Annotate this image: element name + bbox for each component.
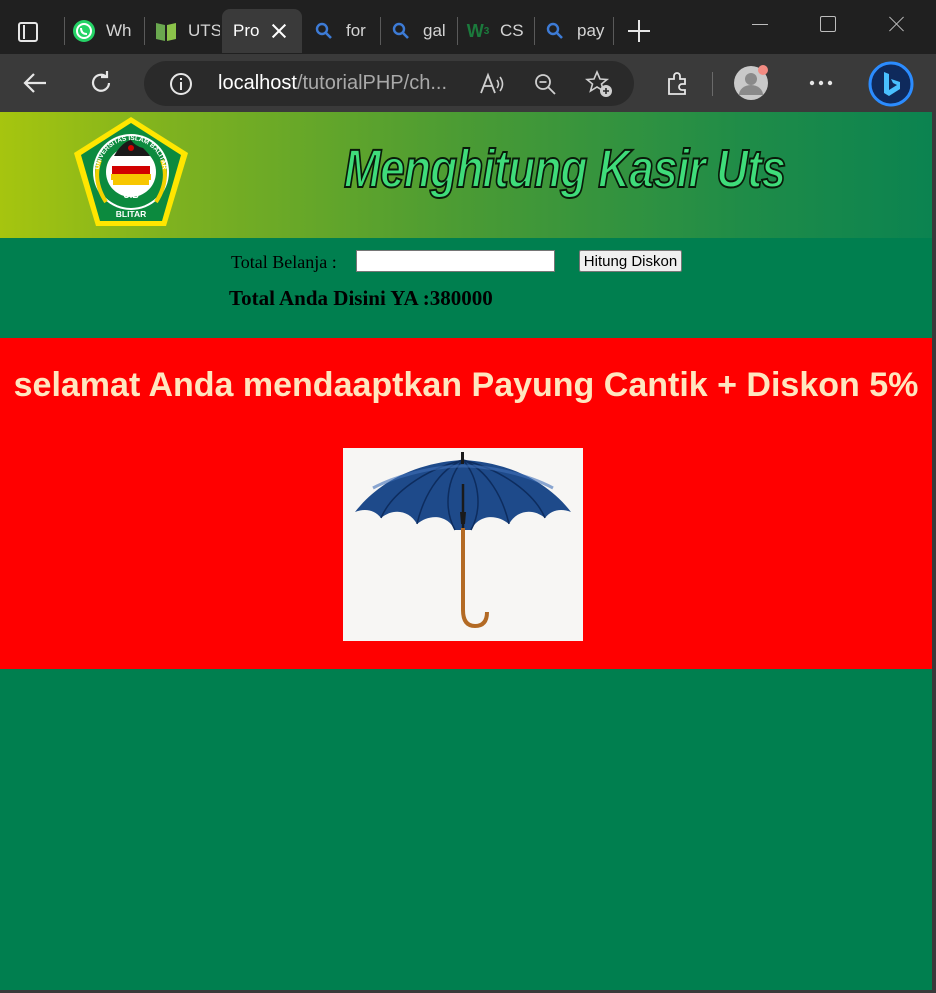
tab-label: Wh (106, 21, 132, 40)
browser-toolbar: localhost/tutorialPHP/ch... (0, 54, 936, 112)
search-icon (389, 19, 413, 43)
tab-search-pay[interactable]: pay (543, 9, 609, 53)
refresh-icon (91, 71, 111, 92)
back-arrow-icon (23, 73, 46, 93)
total-belanja-label: Total Belanja : (231, 252, 337, 272)
tab-active[interactable]: Pro (222, 9, 302, 53)
add-favorite-icon[interactable] (585, 70, 613, 98)
tab-strip: Wh UTS Pro for gal W3 CS pay (0, 0, 936, 54)
page-title: Menghitung Kasir Uts (343, 138, 787, 200)
tab-label: for (346, 21, 366, 40)
promo-section: selamat Anda mendaaptkan Payung Cantik +… (0, 338, 932, 669)
tab-separator (144, 17, 145, 45)
back-button[interactable] (16, 64, 54, 102)
tab-whatsapp[interactable]: Wh (72, 9, 144, 53)
search-icon (312, 19, 336, 43)
header-banner: UIB BLITAR UNIVERSITAS ISLAM BALITAR Men… (0, 112, 932, 238)
promo-message: selamat Anda mendaaptkan Payung Cantik +… (13, 366, 919, 404)
book-icon (154, 19, 178, 43)
search-icon (543, 19, 567, 43)
hitung-diskon-button[interactable]: Hitung Diskon (579, 250, 682, 272)
tab-label: UTS (188, 21, 220, 40)
total-belanja-input[interactable] (356, 250, 555, 272)
more-menu-icon[interactable] (804, 68, 838, 98)
toolbar-divider (712, 72, 713, 96)
tab-label: gal (423, 21, 446, 40)
close-window-button[interactable] (877, 8, 917, 40)
tab-label: pay (577, 21, 605, 40)
tab-actions-icon (18, 22, 38, 42)
profile-avatar[interactable] (733, 65, 769, 101)
discount-form: Total Belanja : Hitung Diskon Total Anda… (0, 238, 932, 338)
tab-actions-button[interactable] (10, 14, 46, 50)
tab-separator (613, 17, 614, 45)
page-content: UIB BLITAR UNIVERSITAS ISLAM BALITAR Men… (0, 112, 932, 990)
tab-separator (534, 17, 535, 45)
url-path: /tutorialPHP/ch... (296, 72, 447, 94)
whatsapp-icon (72, 19, 96, 43)
read-aloud-icon[interactable] (478, 71, 506, 97)
extensions-icon[interactable] (662, 68, 692, 98)
url-text: localhost/tutorialPHP/ch... (218, 72, 447, 95)
tab-uts[interactable]: UTS (154, 9, 220, 53)
bing-copilot-icon[interactable] (866, 59, 916, 109)
close-tab-icon[interactable] (271, 23, 287, 39)
zoom-out-icon[interactable] (532, 71, 558, 97)
w3schools-icon: W3 (466, 20, 490, 41)
tab-w3schools[interactable]: W3 CS (466, 9, 532, 53)
logo-city-text: BLITAR (116, 209, 147, 219)
university-logo: UIB BLITAR UNIVERSITAS ISLAM BALITAR (74, 117, 188, 226)
total-result-text: Total Anda Disini YA :380000 (229, 286, 493, 310)
url-host: localhost (218, 72, 297, 94)
window-border-right (932, 112, 936, 993)
maximize-button[interactable] (808, 8, 848, 40)
profile-icon (734, 65, 768, 100)
logo-abbr-text: UIB (123, 190, 139, 200)
tab-search-gal[interactable]: gal (389, 9, 455, 53)
site-info-icon[interactable] (168, 71, 194, 97)
new-tab-button[interactable] (626, 18, 652, 44)
refresh-button[interactable] (82, 64, 120, 102)
tab-separator (380, 17, 381, 45)
tab-separator (64, 17, 65, 45)
minimize-button[interactable] (740, 8, 780, 40)
tab-search-for[interactable]: for (312, 9, 378, 53)
tab-separator (457, 17, 458, 45)
address-bar[interactable]: localhost/tutorialPHP/ch... (144, 61, 634, 106)
tab-label: Pro (233, 21, 260, 40)
tab-label: CS (500, 21, 524, 40)
umbrella-image (343, 448, 583, 641)
